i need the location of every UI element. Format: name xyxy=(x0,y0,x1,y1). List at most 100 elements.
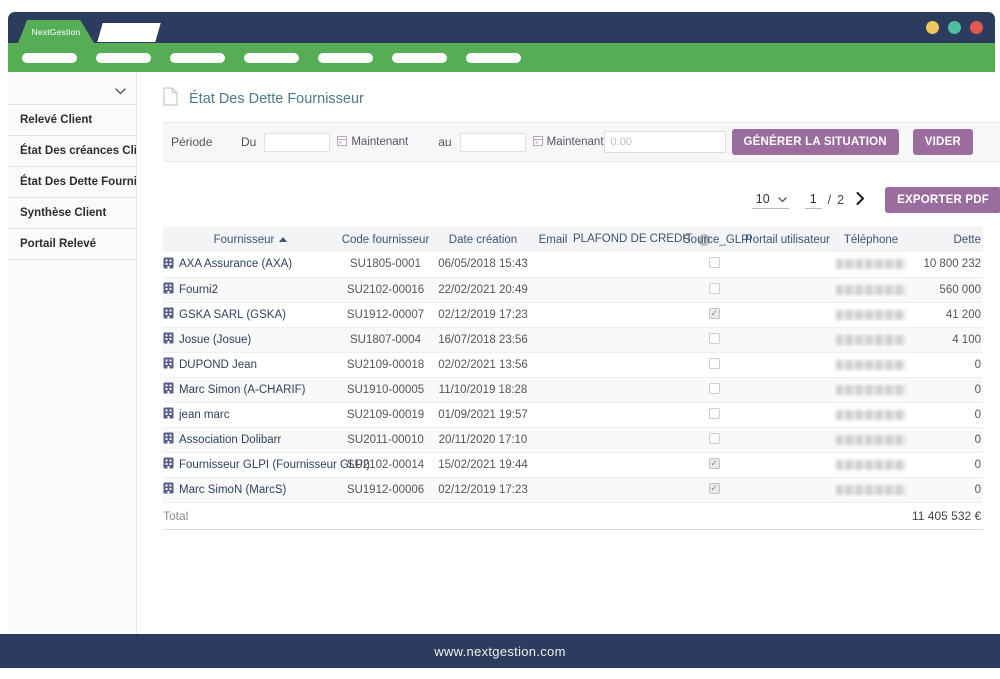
clear-button[interactable]: VIDER xyxy=(913,129,973,155)
source-glpi-checkbox[interactable] xyxy=(709,333,720,344)
column-header-label: Date création xyxy=(449,234,517,246)
pagination-row: 10 1 / 2 EXPORTER PDF xyxy=(163,187,1000,213)
source-glpi-checkbox[interactable] xyxy=(709,308,720,319)
cell-fournisseur: Marc Simon (A-CHARIF) xyxy=(163,377,338,402)
column-header[interactable]: Dette xyxy=(912,227,983,252)
table-body: AXA Assurance (AXA)SU1805-000106/05/2018… xyxy=(163,252,983,502)
cell-email xyxy=(533,302,573,327)
nav-item-placeholder[interactable] xyxy=(170,53,225,63)
supplier-link[interactable]: Fournisseur GLPI (Fournisseur GLPI) xyxy=(163,457,338,472)
nav-item-placeholder[interactable] xyxy=(22,53,77,63)
source-glpi-checkbox[interactable] xyxy=(709,483,720,494)
column-header[interactable]: Source_GLPI xyxy=(683,227,745,252)
cell-dette: 0 xyxy=(912,477,983,502)
cell-source-glpi xyxy=(683,277,745,302)
period-label: Période xyxy=(171,135,219,149)
nav-item-placeholder[interactable] xyxy=(244,53,299,63)
window-button-1[interactable] xyxy=(926,21,939,34)
generate-situation-button[interactable]: GÉNÉRER LA SITUATION xyxy=(732,129,899,155)
cell-email xyxy=(533,427,573,452)
supplier-link[interactable]: AXA Assurance (AXA) xyxy=(163,257,338,272)
cell-code: SU2102-00016 xyxy=(338,277,433,302)
now-link-to[interactable]: Maintenant xyxy=(533,136,604,149)
table-row: Association DolibarrSU2011-0001020/11/20… xyxy=(163,427,983,452)
page-size-select[interactable]: 10 xyxy=(752,192,789,209)
cell-code: SU1910-00005 xyxy=(338,377,433,402)
column-header[interactable]: Fournisseur xyxy=(163,227,338,252)
source-glpi-checkbox[interactable] xyxy=(709,257,720,268)
date-from-input[interactable] xyxy=(264,133,330,152)
cell-source-glpi xyxy=(683,427,745,452)
source-glpi-checkbox[interactable] xyxy=(709,358,720,369)
cell-source-glpi xyxy=(683,302,745,327)
cell-plafond-credit xyxy=(573,402,683,427)
table-row: Fourni2SU2102-0001622/02/2021 20:49560 0… xyxy=(163,277,983,302)
nav-item-placeholder[interactable] xyxy=(318,53,373,63)
column-header[interactable]: Code fournisseur xyxy=(338,227,433,252)
cell-dette: 4 100 xyxy=(912,327,983,352)
amount-input[interactable] xyxy=(604,131,726,153)
cell-plafond-credit xyxy=(573,327,683,352)
nav-item-placeholder[interactable] xyxy=(466,53,521,63)
cell-telephone xyxy=(830,302,912,327)
cell-email xyxy=(533,327,573,352)
export-pdf-button[interactable]: EXPORTER PDF xyxy=(885,187,1000,213)
page-separator: / xyxy=(828,193,831,207)
sidebar-item[interactable]: Relevé Client xyxy=(8,105,136,136)
cell-code: SU2109-00019 xyxy=(338,402,433,427)
sidebar-collapse-control[interactable] xyxy=(8,72,136,105)
cell-date-creation: 02/12/2019 17:23 xyxy=(433,302,533,327)
redacted-phone xyxy=(836,335,906,345)
inactive-tab-placeholder[interactable] xyxy=(97,23,160,42)
cell-date-creation: 02/12/2019 17:23 xyxy=(433,477,533,502)
cell-fournisseur: Association Dolibarr xyxy=(163,427,338,452)
column-header[interactable]: Email xyxy=(533,227,573,252)
source-glpi-checkbox[interactable] xyxy=(709,283,720,294)
cell-telephone xyxy=(830,427,912,452)
cell-dette: 41 200 xyxy=(912,302,983,327)
supplier-link[interactable]: Marc Simon (A-CHARIF) xyxy=(163,382,338,397)
cell-dette: 0 xyxy=(912,452,983,477)
brand-label: NextGestion xyxy=(32,27,81,37)
footer-url[interactable]: www.nextgestion.com xyxy=(434,644,565,659)
supplier-link[interactable]: Fourni2 xyxy=(163,282,338,297)
source-glpi-checkbox[interactable] xyxy=(709,458,720,469)
cell-source-glpi xyxy=(683,352,745,377)
chevron-right-icon xyxy=(856,192,865,208)
supplier-link[interactable]: jean marc xyxy=(163,407,338,422)
sidebar-item[interactable]: Portail Relevé xyxy=(8,229,136,260)
source-glpi-checkbox[interactable] xyxy=(709,433,720,444)
calendar-icon[interactable] xyxy=(533,136,543,149)
next-page-button[interactable] xyxy=(856,192,865,208)
source-glpi-checkbox[interactable] xyxy=(709,408,720,419)
table-row: Josue (Josue)SU1807-000416/07/2018 23:56… xyxy=(163,327,983,352)
sidebar-item[interactable]: Synthèse Client xyxy=(8,198,136,229)
supplier-link[interactable]: Josue (Josue) xyxy=(163,332,338,347)
building-icon xyxy=(163,357,174,372)
brand-tab[interactable]: NextGestion xyxy=(18,20,94,43)
sidebar-item[interactable]: État Des créances Client xyxy=(8,136,136,167)
current-page-field[interactable]: 1 xyxy=(805,192,822,209)
cell-email xyxy=(533,352,573,377)
sidebar-item[interactable]: État Des Dette Fournis... xyxy=(8,167,136,198)
nav-item-placeholder[interactable] xyxy=(392,53,447,63)
supplier-link[interactable]: Marc SimoN (MarcS) xyxy=(163,482,338,497)
column-header[interactable]: Téléphone xyxy=(830,227,912,252)
supplier-link[interactable]: Association Dolibarr xyxy=(163,432,338,447)
supplier-link[interactable]: GSKA SARL (GSKA) xyxy=(163,307,338,322)
column-header[interactable]: PLAFOND DE CREDITi xyxy=(573,227,683,252)
column-header[interactable]: Date création xyxy=(433,227,533,252)
date-to-input[interactable] xyxy=(460,133,526,152)
document-icon xyxy=(163,87,178,111)
window-button-3[interactable] xyxy=(970,21,983,34)
source-glpi-checkbox[interactable] xyxy=(709,383,720,394)
sidebar-menu: Relevé ClientÉtat Des créances ClientÉta… xyxy=(8,105,136,260)
cell-telephone xyxy=(830,477,912,502)
now-link-from[interactable]: Maintenant xyxy=(337,136,408,149)
column-header[interactable]: Portail utilisateur xyxy=(745,227,830,252)
supplier-link[interactable]: DUPOND Jean xyxy=(163,357,338,372)
cell-code: SU2011-00010 xyxy=(338,427,433,452)
nav-item-placeholder[interactable] xyxy=(96,53,151,63)
calendar-icon[interactable] xyxy=(337,136,347,149)
window-button-2[interactable] xyxy=(948,21,961,34)
